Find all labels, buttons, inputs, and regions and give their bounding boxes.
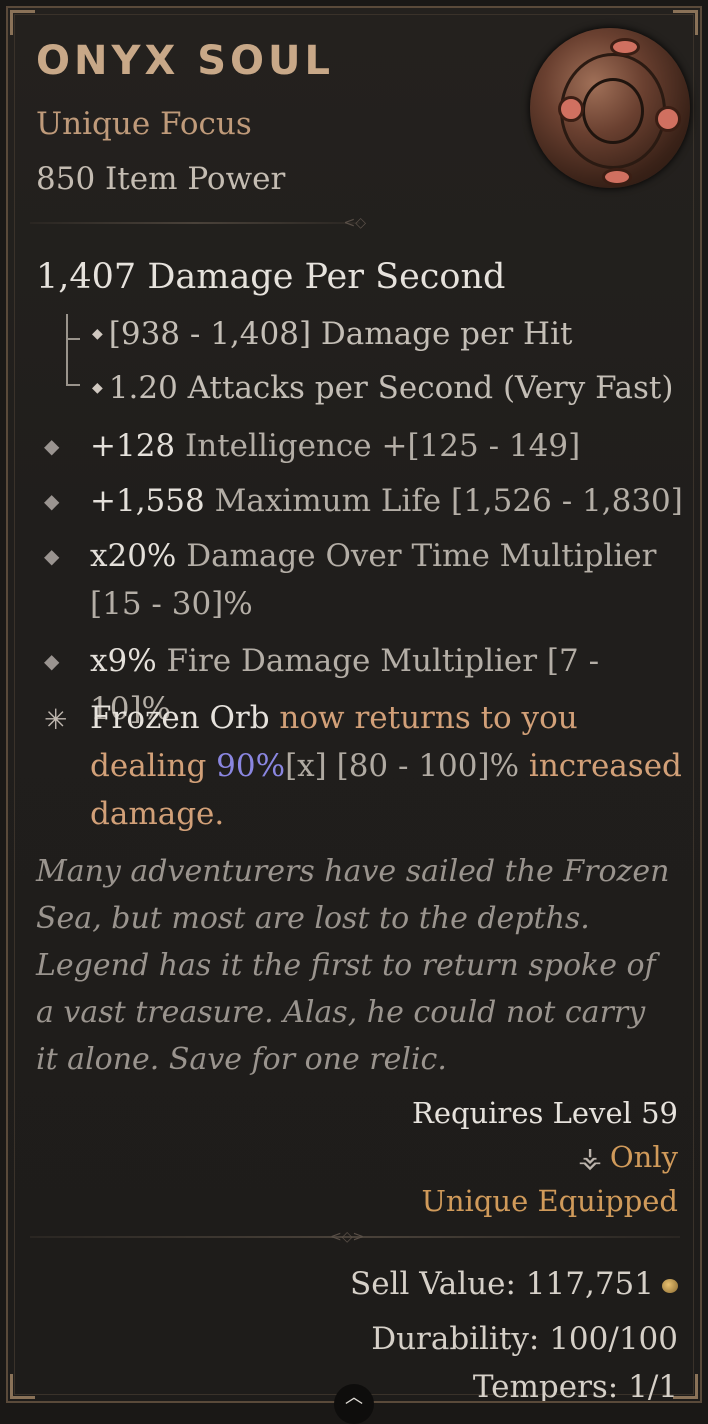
damage-per-hit: ◆ [938 - 1,408] Damage per Hit xyxy=(92,316,573,352)
onyx-soul-orb-icon xyxy=(530,28,690,188)
item-type: Unique Focus xyxy=(36,106,252,142)
affix-damage-over-time: ◆ x20% Damage Over Time Multiplier [15 -… xyxy=(44,532,684,628)
affix-intelligence: ◆ +128 Intelligence +[125 - 149] xyxy=(44,422,684,470)
durability: Durability: 100/100 xyxy=(371,1321,678,1357)
affix-maximum-life: ◆ +1,558 Maximum Life [1,526 - 1,830] xyxy=(44,477,684,525)
footer-divider: <◇> xyxy=(30,1229,680,1245)
corner-ornament xyxy=(10,1374,35,1399)
header-divider: <◇ xyxy=(30,215,366,231)
affix-bullet-icon: ◆ xyxy=(44,489,60,513)
flavor-text: Many adventurers have sailed the Frozen … xyxy=(36,854,670,1077)
dps-stat: 1,407 Damage Per Second xyxy=(36,257,506,297)
class-restriction: ⚶ Only xyxy=(578,1140,678,1174)
affix-bullet-icon: ◆ xyxy=(44,544,60,568)
affix-bullet-icon: ◆ xyxy=(44,434,60,458)
attacks-per-second: ◆ 1.20 Attacks per Second (Very Fast) xyxy=(92,370,674,406)
unique-power: ✳ Frozen Orb now returns to you dealing … xyxy=(44,694,684,838)
item-name: ONYX SOUL xyxy=(36,38,334,84)
level-requirement: Requires Level 59 xyxy=(412,1096,678,1130)
tempers: Tempers: 1/1 xyxy=(472,1369,678,1403)
item-tooltip: ONYX SOUL Unique Focus 850 Item Power <◇… xyxy=(6,6,702,1403)
stat-tree-connector xyxy=(66,314,82,386)
item-power: 850 Item Power xyxy=(36,161,286,197)
unique-star-icon: ✳ xyxy=(44,703,68,736)
sorcerer-class-icon: ⚶ xyxy=(578,1141,602,1174)
affix-bullet-icon: ◆ xyxy=(44,649,60,673)
chevron-up-icon[interactable]: ︿ xyxy=(334,1384,374,1424)
corner-ornament xyxy=(673,10,698,35)
gold-coin-icon xyxy=(662,1278,678,1293)
sell-value: Sell Value: 117,751 xyxy=(350,1266,678,1302)
corner-ornament xyxy=(10,10,35,35)
unique-equipped: Unique Equipped xyxy=(421,1184,678,1218)
